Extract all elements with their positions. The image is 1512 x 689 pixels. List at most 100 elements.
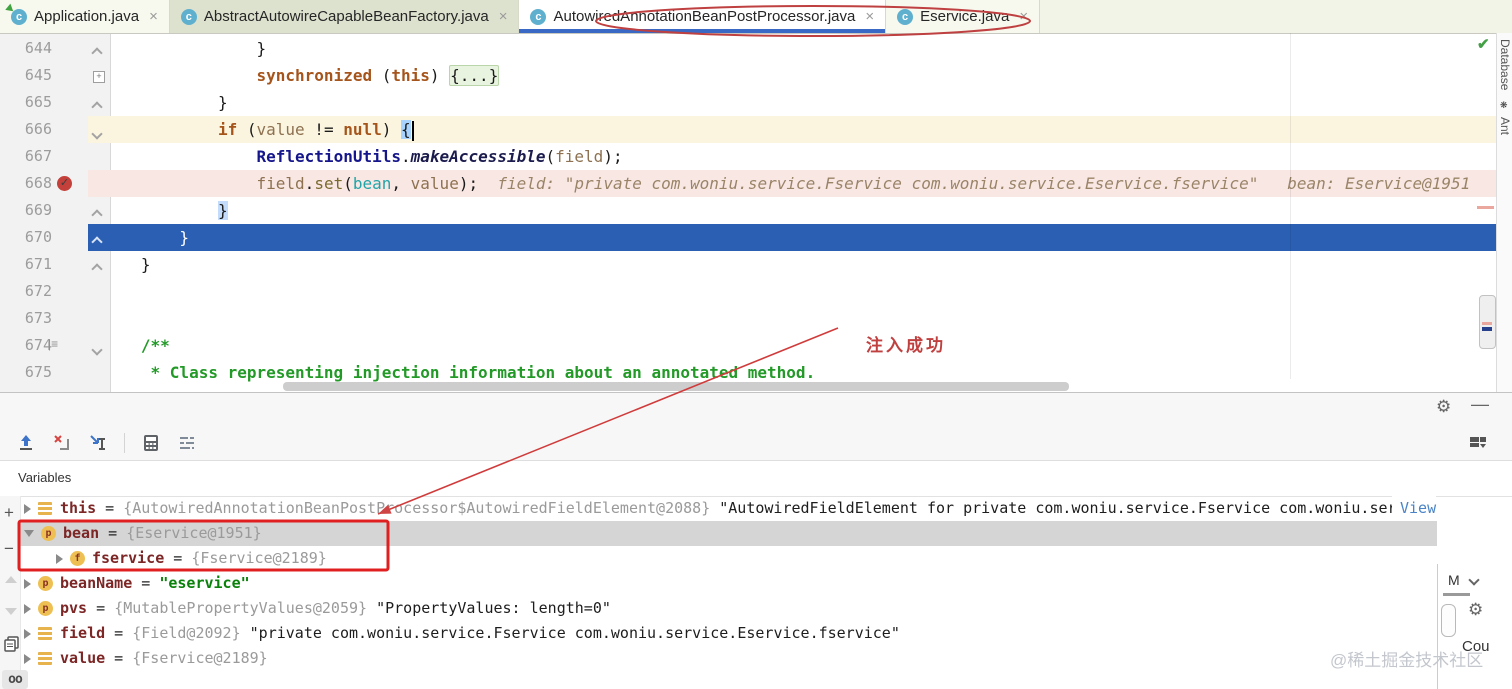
code-text: } — [112, 255, 151, 274]
code-line-665[interactable]: 665 } — [0, 89, 1496, 116]
line-highlight — [88, 278, 1496, 305]
code-line-670[interactable]: 670 } — [0, 224, 1496, 251]
tab-application-java[interactable]: c Application.java × — [0, 0, 170, 33]
run-overlay-icon — [5, 3, 16, 14]
gutter-line-number[interactable]: 671 — [0, 251, 52, 278]
var-row-beanName[interactable]: p beanName = "eservice" — [20, 571, 1437, 596]
drop-frame-icon[interactable] — [52, 433, 72, 453]
expand-icon[interactable] — [56, 553, 63, 564]
tab-autowiredannotationbeanpostprocessor-java[interactable]: c AutowiredAnnotationBeanPostProcessor.ja… — [519, 0, 887, 33]
gutter-line-number[interactable]: 670 — [0, 224, 52, 251]
code-line-666[interactable]: 666 if (value != null) { — [0, 116, 1496, 143]
gutter-line-number[interactable]: 672 — [0, 278, 52, 305]
tab-underline-fragment — [1443, 593, 1470, 596]
close-icon[interactable]: × — [865, 8, 874, 25]
memory-gear-icon[interactable]: ⚙ — [1468, 600, 1483, 620]
code-text: if (value != null) { — [112, 116, 414, 143]
horizontal-scrollbar[interactable] — [283, 382, 1069, 391]
fold-plus-icon[interactable]: + — [93, 71, 105, 83]
close-icon[interactable]: × — [499, 8, 508, 25]
gutter-line-number[interactable]: 668 — [0, 170, 52, 197]
tab-eservice-java[interactable]: c Eservice.java × — [886, 0, 1041, 33]
line-highlight — [88, 89, 1496, 116]
var-row-this[interactable]: this = {AutowiredAnnotationBeanPostProce… — [20, 496, 1437, 521]
code-line-672[interactable]: 672 — [0, 278, 1496, 305]
copy-icon[interactable] — [4, 636, 20, 655]
gutter-line-number[interactable]: 645 — [0, 62, 52, 89]
gear-icon[interactable]: ⚙ — [1436, 397, 1451, 417]
close-icon[interactable]: × — [149, 8, 158, 25]
fold-down-icon[interactable] — [91, 341, 103, 359]
vertical-scrollbar[interactable] — [1479, 295, 1496, 349]
expand-icon[interactable] — [24, 628, 31, 639]
var-row-fservice[interactable]: f fservice = {Fservice@2189} — [20, 546, 1437, 571]
watch-return-values-icon[interactable]: oo — [2, 670, 28, 689]
variables-tree: this = {AutowiredAnnotationBeanPostProce… — [20, 496, 1437, 671]
gutter-line-number[interactable]: 673 — [0, 305, 52, 332]
param-icon: p — [41, 526, 56, 541]
scroll-down-icon[interactable] — [5, 608, 17, 615]
breakpoint-icon[interactable]: ✓ — [57, 176, 72, 191]
fold-down-icon[interactable] — [91, 125, 103, 143]
tool-window-ant[interactable]: Ant — [1498, 117, 1512, 135]
code-text: } — [112, 39, 267, 58]
debug-panel: ⚙ — Variables + − oo this = {AutowiredAn… — [0, 392, 1512, 689]
expand-icon[interactable] — [24, 603, 31, 614]
code-line-669[interactable]: 669 } — [0, 197, 1496, 224]
gutter-line-number[interactable]: 675 — [0, 359, 52, 386]
gutter-line-number[interactable]: 666 — [0, 116, 52, 143]
fold-up-icon[interactable] — [91, 44, 103, 62]
expand-icon[interactable] — [24, 653, 31, 664]
fold-up-icon[interactable] — [91, 206, 103, 224]
javadoc-render-icon[interactable]: |≡ — [48, 337, 58, 351]
expand-icon[interactable] — [24, 503, 31, 514]
line-highlight — [88, 35, 1496, 62]
fold-up-icon[interactable] — [91, 98, 103, 116]
gutter-line-number[interactable]: 669 — [0, 197, 52, 224]
gutter-line-number[interactable]: 644 — [0, 35, 52, 62]
code-line-671[interactable]: 671 } — [0, 251, 1496, 278]
remove-watch-icon[interactable]: − — [4, 540, 14, 557]
mini-scrollbar[interactable] — [1441, 604, 1456, 637]
gutter-line-number[interactable]: 667 — [0, 143, 52, 170]
code-line-674[interactable]: 674 |≡ /** — [0, 332, 1496, 359]
inspection-ok-icon[interactable]: ✔ — [1477, 35, 1490, 53]
tab-label: Application.java — [34, 8, 140, 25]
code-editor[interactable]: 644 } 645 + synchronized (this) {...} 665 }… — [0, 33, 1496, 392]
layout-settings-icon[interactable] — [1468, 433, 1488, 453]
tool-window-database[interactable]: Database — [1498, 39, 1512, 90]
fold-up-icon[interactable] — [91, 233, 103, 251]
thread-dropdown[interactable]: M — [1448, 572, 1460, 588]
code-line-668[interactable]: 668 ✓ field.set(bean, value); field: "pri… — [0, 170, 1496, 197]
tab-label: Eservice.java — [920, 8, 1010, 25]
var-row-bean[interactable]: p bean = {Eservice@1951} — [20, 521, 1437, 546]
run-to-cursor-icon[interactable] — [88, 433, 108, 453]
fold-up-icon[interactable] — [91, 260, 103, 278]
step-out-icon[interactable] — [16, 433, 36, 453]
code-line-673[interactable]: 673 — [0, 305, 1496, 332]
code-line-667[interactable]: 667 ReflectionUtils.makeAccessible(field… — [0, 143, 1496, 170]
memory-count-label: Cou — [1462, 638, 1490, 655]
var-row-value[interactable]: value = {Fservice@2189} — [20, 646, 1437, 671]
gutter-line-number[interactable]: 674 — [0, 332, 52, 359]
var-row-pvs[interactable]: p pvs = {MutablePropertyValues@2059} "Pro… — [20, 596, 1437, 621]
add-watch-icon[interactable]: + — [4, 504, 14, 521]
filter-lines-icon[interactable] — [177, 433, 197, 453]
var-row-field[interactable]: field = {Field@2092} "private com.woniu.… — [20, 621, 1437, 646]
gutter-line-number[interactable]: 665 — [0, 89, 52, 116]
collapse-icon[interactable] — [24, 530, 34, 537]
variables-tab-label[interactable]: Variables — [18, 470, 71, 485]
code-line-644[interactable]: 644 } — [0, 35, 1496, 62]
value-icon — [38, 627, 52, 640]
param-icon: p — [38, 601, 53, 616]
tab-abstractautowirecapablebeanfactory-java[interactable]: c AbstractAutowireCapableBeanFactory.java… — [169, 0, 520, 33]
evaluate-expression-icon[interactable] — [141, 433, 161, 453]
expand-icon[interactable] — [24, 578, 31, 589]
error-stripe-breakpoint-mark — [1477, 206, 1494, 209]
close-icon[interactable]: × — [1019, 8, 1028, 25]
scroll-up-icon[interactable] — [5, 576, 17, 583]
code-line-645[interactable]: 645 + synchronized (this) {...} — [0, 62, 1496, 89]
view-link[interactable]: View — [1392, 496, 1437, 521]
hide-panel-icon[interactable]: — — [1471, 394, 1489, 415]
code-text: } — [217, 201, 228, 220]
